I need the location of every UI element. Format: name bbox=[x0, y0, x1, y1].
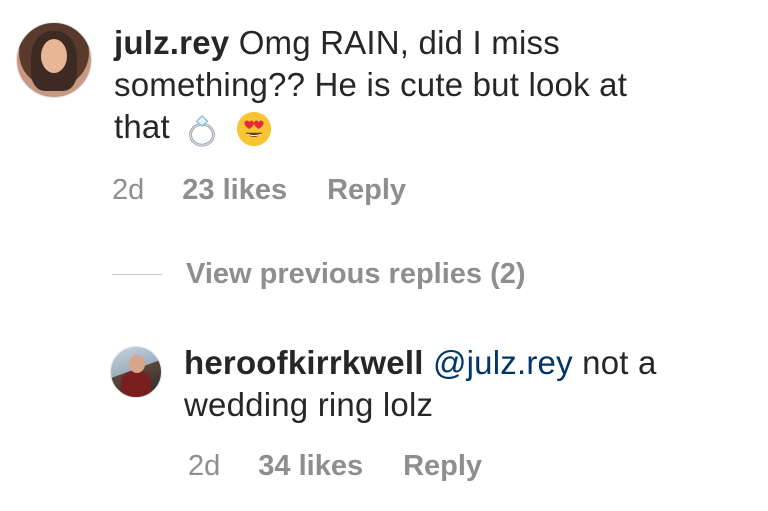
comment-username[interactable]: julz.rey bbox=[114, 24, 229, 61]
reply-meta: 2d 34 likes Reply bbox=[188, 450, 482, 483]
avatar-head bbox=[129, 355, 145, 373]
comment-text: julz.rey Omg RAIN, did I miss something?… bbox=[114, 22, 627, 148]
mention-link[interactable]: @julz.rey bbox=[433, 344, 573, 381]
reply-button[interactable]: Reply bbox=[403, 450, 482, 483]
reply-body-line1: not a bbox=[582, 344, 657, 381]
view-previous-replies-label[interactable]: View previous replies (2) bbox=[186, 258, 526, 291]
avatar[interactable] bbox=[110, 346, 162, 398]
avatar-face bbox=[41, 39, 67, 73]
avatar[interactable] bbox=[16, 22, 92, 98]
heart-eyes-icon-svg bbox=[236, 112, 271, 147]
view-previous-replies[interactable]: View previous replies (2) bbox=[112, 258, 526, 291]
reply-button[interactable]: Reply bbox=[327, 174, 406, 207]
divider-line bbox=[112, 274, 162, 275]
likes-count[interactable]: 23 likes bbox=[182, 174, 287, 207]
reply-username[interactable]: heroofkirrkwell bbox=[184, 344, 424, 381]
comment-body-line3: that bbox=[114, 108, 170, 145]
comment-meta: 2d 23 likes Reply bbox=[112, 174, 406, 207]
reply-body-line2: wedding ring lolz bbox=[184, 386, 434, 423]
reply-timestamp: 2d bbox=[188, 450, 221, 482]
comment-body-line1: Omg RAIN, did I miss bbox=[238, 24, 560, 61]
reply-text: heroofkirrkwell @julz.rey not a wedding … bbox=[184, 342, 657, 426]
ring-icon-svg bbox=[189, 115, 216, 147]
comment-timestamp: 2d bbox=[112, 174, 145, 206]
comment-heroofkirrkwell: heroofkirrkwell @julz.rey not a wedding … bbox=[110, 342, 750, 426]
heart-eyes-icon bbox=[235, 110, 273, 148]
avatar-body bbox=[121, 371, 151, 397]
comment-julz-rey: julz.rey Omg RAIN, did I miss something?… bbox=[16, 22, 716, 148]
comment-body-line2: something?? He is cute but look at bbox=[114, 66, 628, 103]
ring-icon bbox=[183, 110, 221, 148]
likes-count[interactable]: 34 likes bbox=[258, 450, 363, 483]
